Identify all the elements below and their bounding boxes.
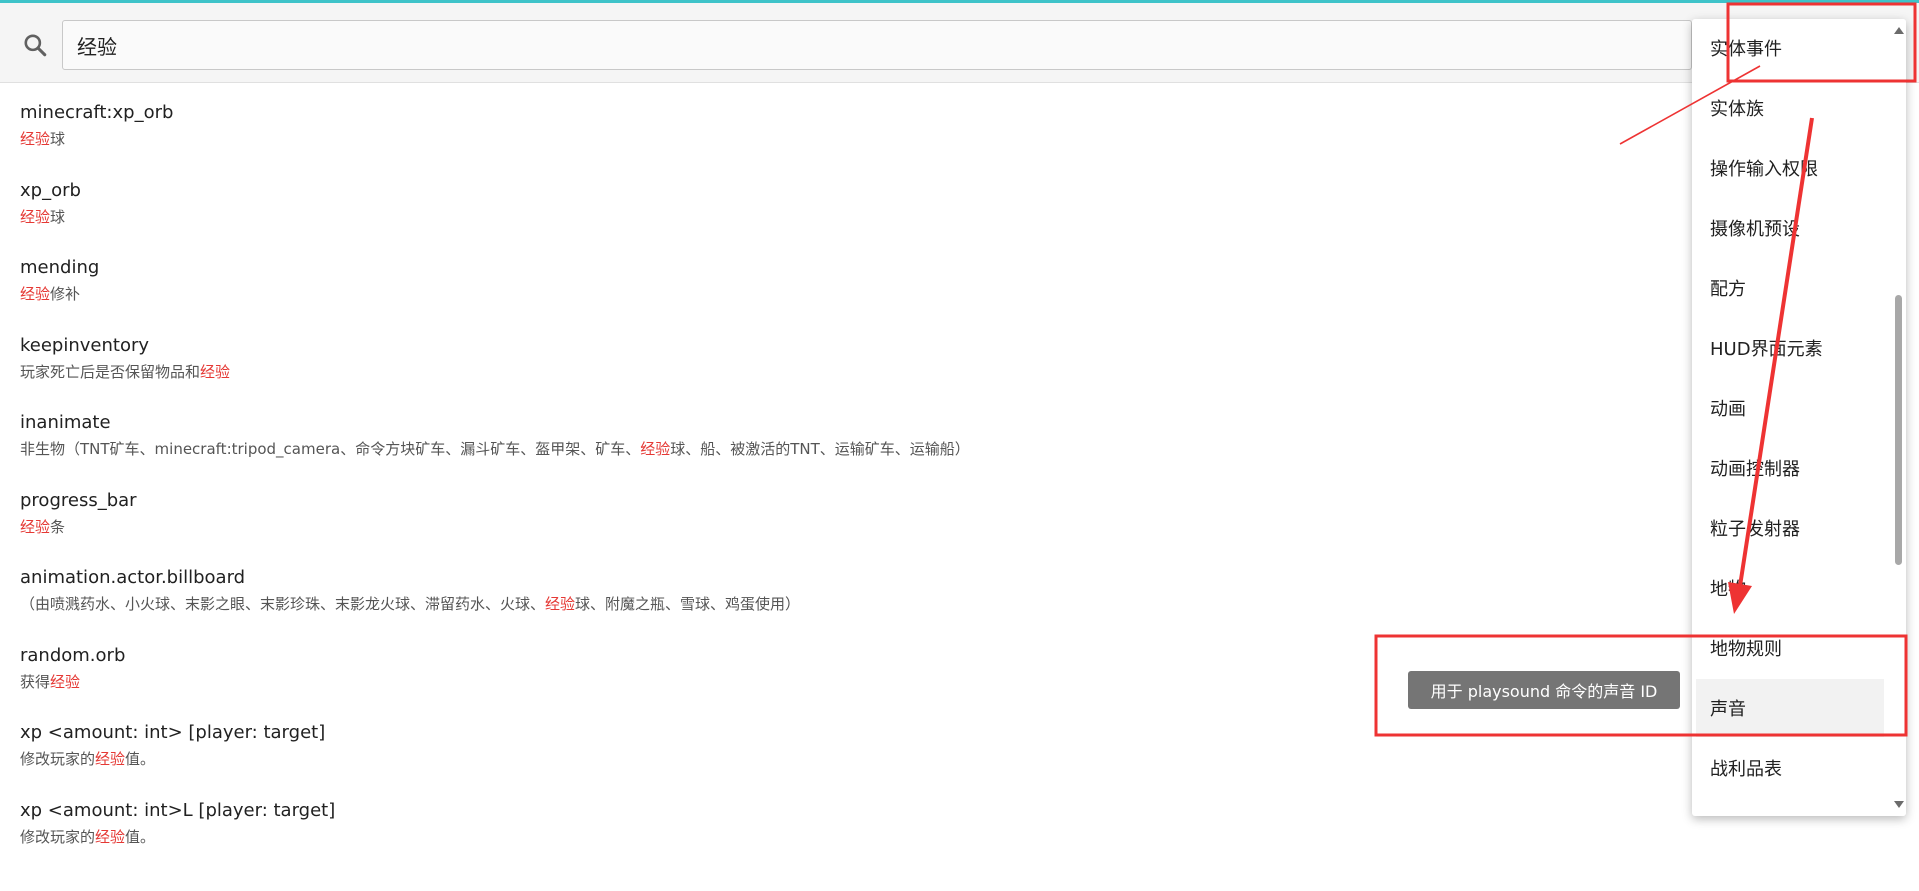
scroll-down-arrow-icon[interactable] xyxy=(1893,799,1905,811)
list-item[interactable]: inanimate 非生物（TNT矿车、minecraft:tripod_cam… xyxy=(20,398,1320,464)
result-description: 经验球 xyxy=(20,206,65,227)
result-title: random.orb xyxy=(20,645,126,666)
dropdown-option[interactable]: 实体族 xyxy=(1696,79,1884,137)
result-description: 玩家死亡后是否保留物品和经验 xyxy=(20,361,230,382)
dropdown-option[interactable]: 命令 xyxy=(1696,799,1884,816)
result-description: 修改玩家的经验值。 xyxy=(20,748,155,769)
dropdown-option[interactable]: 实体事件 xyxy=(1696,19,1884,77)
dropdown-scrollbar[interactable] xyxy=(1891,19,1906,816)
result-title: minecraft:xp_orb xyxy=(20,102,174,123)
result-description: 经验球 xyxy=(20,128,65,149)
desc-highlight: 经验 xyxy=(95,750,126,768)
list-item[interactable]: xp <amount: int> [player: target] 修改玩家的经… xyxy=(20,708,1320,774)
desc-text-after: 球 xyxy=(50,208,66,226)
result-list: minecraft:xp_orb 经验球 xp_orb 经验球 mending … xyxy=(0,84,1680,884)
list-item[interactable]: mending 经验修补 xyxy=(20,243,1320,309)
desc-text-after: 球 xyxy=(50,130,66,148)
dropdown-option[interactable]: 地物 xyxy=(1696,559,1884,617)
scroll-up-arrow-icon[interactable] xyxy=(1893,24,1905,36)
category-dropdown[interactable]: 实体事件 实体族 操作输入权限 摄像机预设 配方 HUD界面元素 动画 动画控制… xyxy=(1692,19,1906,816)
desc-text-after: 球、附魔之瓶、雪球、鸡蛋使用） xyxy=(575,595,801,613)
desc-text-after: 值。 xyxy=(125,750,156,768)
search-icon xyxy=(24,34,47,57)
result-title: xp <amount: int> [player: target] xyxy=(20,722,326,743)
desc-text-before: 非生物（TNT矿车、minecraft:tripod_camera、命令方块矿车… xyxy=(20,440,641,458)
dropdown-option[interactable]: 粒子发射器 xyxy=(1696,499,1884,557)
result-title: xp <amount: int>L [player: target] xyxy=(20,800,336,821)
search-input[interactable] xyxy=(62,20,1692,70)
dropdown-option[interactable]: 动画 xyxy=(1696,379,1884,437)
desc-text-before: 修改玩家的 xyxy=(20,750,96,768)
dropdown-option[interactable]: 配方 xyxy=(1696,259,1884,317)
desc-text-before: 玩家死亡后是否保留物品和 xyxy=(20,363,201,381)
desc-text-before: 获得 xyxy=(20,673,51,691)
result-title: progress_bar xyxy=(20,490,137,511)
search-bar xyxy=(0,3,1919,83)
desc-highlight: 经验 xyxy=(20,518,51,536)
desc-highlight: 经验 xyxy=(95,828,126,846)
desc-text-before: 修改玩家的 xyxy=(20,828,96,846)
result-description: 非生物（TNT矿车、minecraft:tripod_camera、命令方块矿车… xyxy=(20,438,970,459)
dropdown-option[interactable]: 地物规则 xyxy=(1696,619,1884,677)
dropdown-option[interactable]: 操作输入权限 xyxy=(1696,139,1884,197)
dropdown-option[interactable]: 摄像机预设 xyxy=(1696,199,1884,257)
dropdown-option[interactable]: 战利品表 xyxy=(1696,739,1884,797)
list-item[interactable]: random.orb 获得经验 xyxy=(20,631,1320,697)
result-description: 修改玩家的经验值。 xyxy=(20,826,155,847)
list-item[interactable]: progress_bar 经验条 xyxy=(20,476,1320,542)
desc-text-after: 条 xyxy=(50,518,66,536)
result-description: 经验修补 xyxy=(20,283,80,304)
list-item[interactable]: minecraft:xp_orb 经验球 xyxy=(20,88,1320,154)
desc-text-before: （由喷溅药水、小火球、末影之眼、末影珍珠、末影龙火球、滞留药水、火球、 xyxy=(20,595,546,613)
desc-highlight: 经验 xyxy=(20,208,51,226)
desc-highlight: 经验 xyxy=(640,440,671,458)
result-description: （由喷溅药水、小火球、末影之眼、末影珍珠、末影龙火球、滞留药水、火球、经验球、附… xyxy=(20,593,800,614)
desc-highlight: 经验 xyxy=(200,363,231,381)
result-title: animation.actor.billboard xyxy=(20,567,246,588)
app-window: minecraft:xp_orb 经验球 xp_orb 经验球 mending … xyxy=(0,0,1919,891)
result-title: inanimate xyxy=(20,412,111,433)
scrollbar-thumb[interactable] xyxy=(1895,295,1902,565)
desc-highlight: 经验 xyxy=(50,673,81,691)
desc-highlight: 经验 xyxy=(20,130,51,148)
dropdown-option[interactable]: 动画控制器 xyxy=(1696,439,1884,497)
result-title: mending xyxy=(20,257,100,278)
desc-text-after: 球、船、被激活的TNT、运输矿车、运输船） xyxy=(670,440,970,458)
desc-highlight: 经验 xyxy=(545,595,576,613)
dropdown-option[interactable]: HUD界面元素 xyxy=(1696,319,1884,377)
result-title: xp_orb xyxy=(20,180,81,201)
desc-text-after: 修补 xyxy=(50,285,81,303)
list-item[interactable]: xp_orb 经验球 xyxy=(20,166,1320,232)
desc-highlight: 经验 xyxy=(20,285,51,303)
result-description: 经验条 xyxy=(20,516,65,537)
result-title: keepinventory xyxy=(20,335,150,356)
dropdown-option-hovered[interactable]: 声音 xyxy=(1696,679,1884,737)
list-item[interactable]: xp <amount: int>L [player: target] 修改玩家的… xyxy=(20,786,1320,852)
list-item[interactable]: animation.actor.billboard （由喷溅药水、小火球、末影之… xyxy=(20,553,1320,619)
option-tooltip: 用于 playsound 命令的声音 ID xyxy=(1408,671,1680,709)
list-item[interactable]: keepinventory 玩家死亡后是否保留物品和经验 xyxy=(20,321,1320,387)
desc-text-after: 值。 xyxy=(125,828,156,846)
result-description: 获得经验 xyxy=(20,671,80,692)
